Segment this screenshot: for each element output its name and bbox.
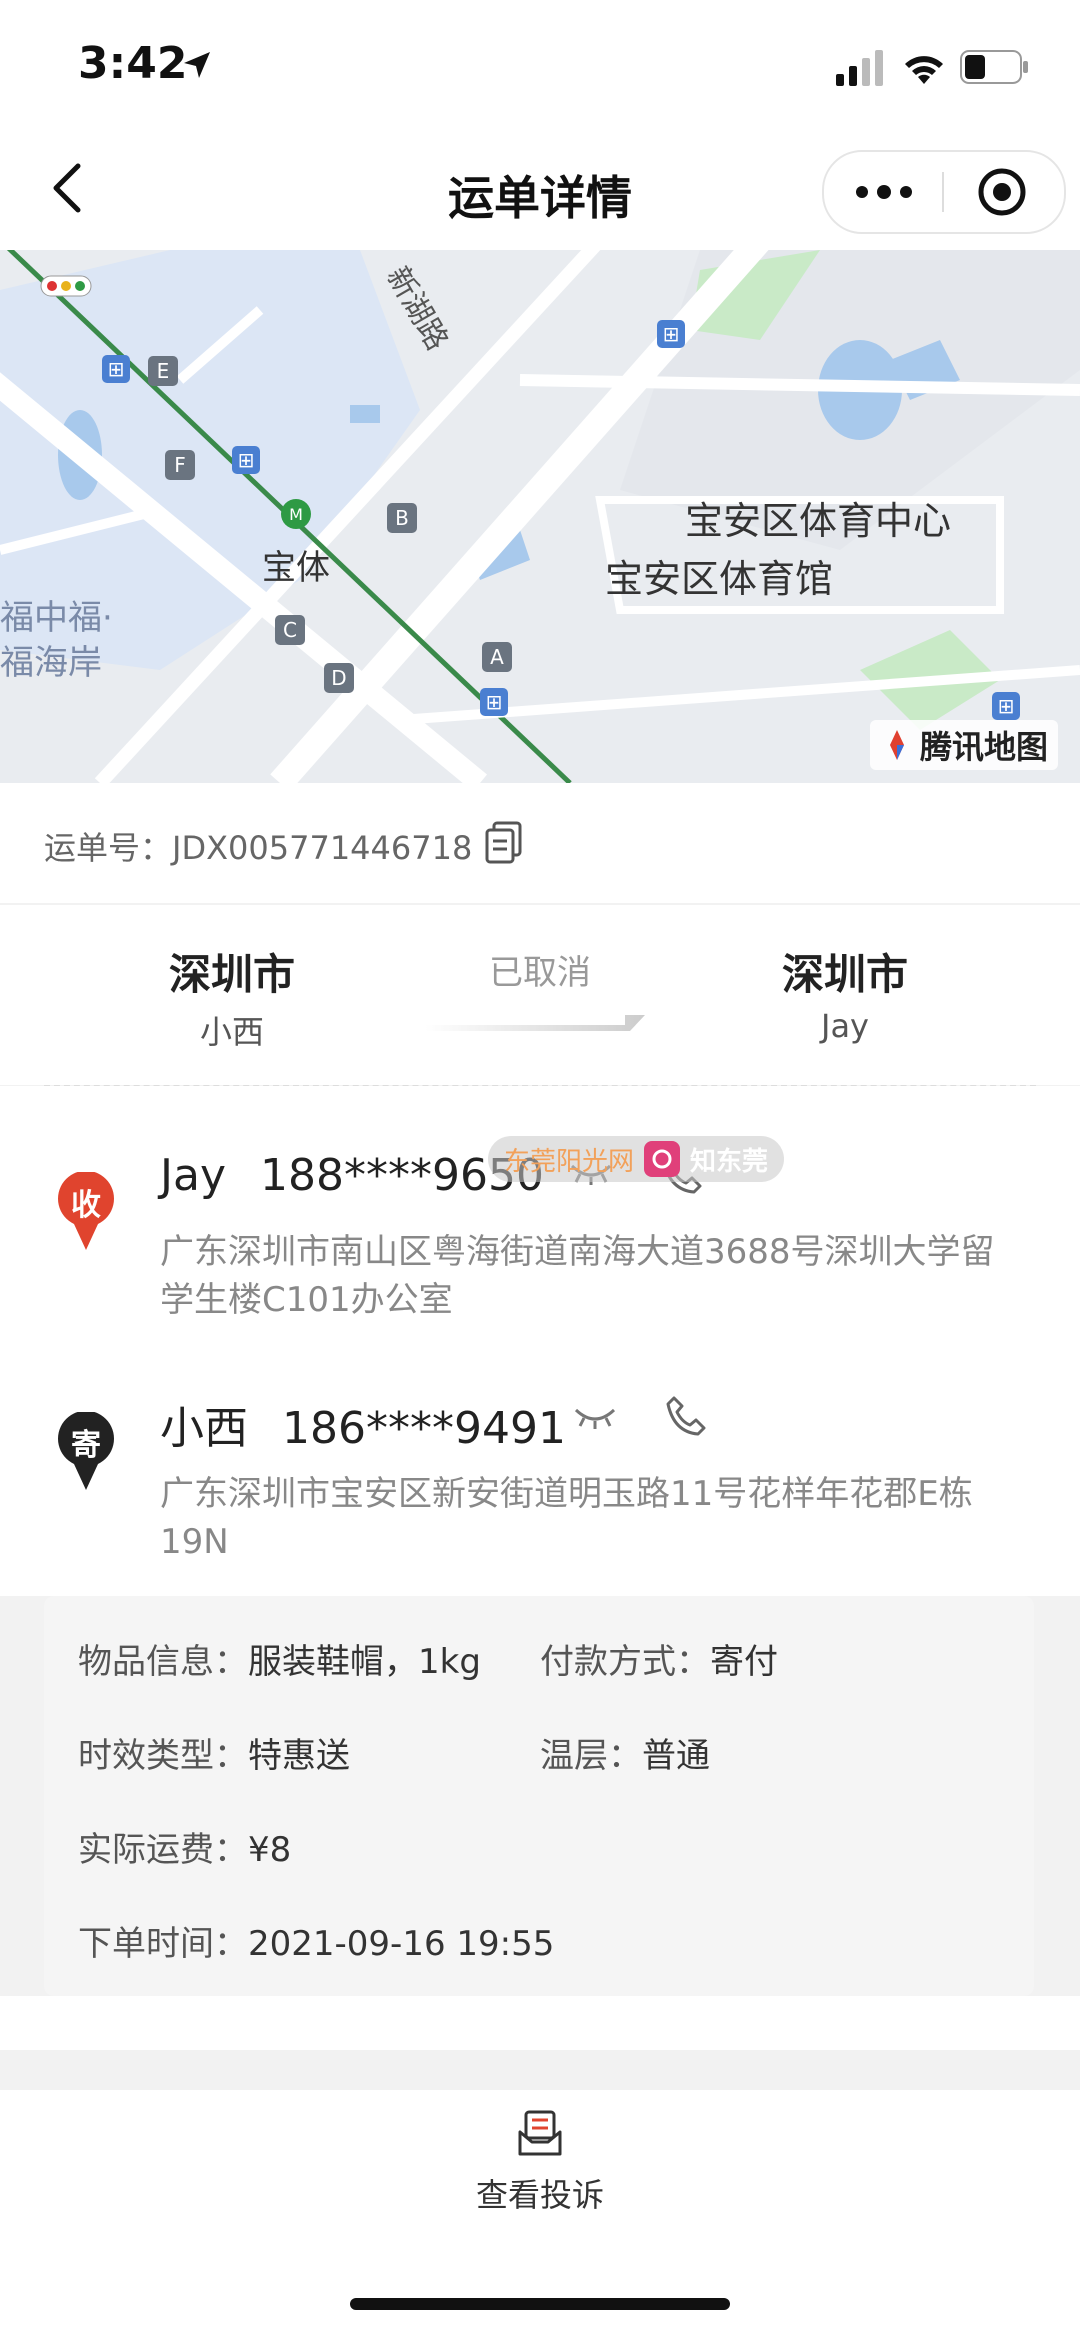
receiver-address: 广东深圳市南山区粤海街道南海大道3688号深圳大学留学生楼C101办公室 — [160, 1232, 995, 1320]
cellular-signal-icon — [836, 50, 883, 86]
compass-icon — [890, 730, 904, 760]
receiver-marker: 收 — [56, 1172, 116, 1252]
bus-stop-icon: ⊞ — [480, 688, 508, 716]
payment-label: 付款方式： — [540, 1642, 710, 1682]
capsule-divider — [942, 172, 944, 212]
metro-exit-b: B — [387, 503, 417, 533]
card-bottom-spacer — [0, 1996, 1080, 2050]
sender-address: 广东深圳市宝安区新安街道明玉路11号花样年花郡E栋19N — [160, 1474, 973, 1562]
metro-exit-d: D — [324, 663, 354, 693]
route-summary: 深圳市 小西 已取消 深圳市 Jay — [0, 905, 1080, 1087]
goods-label: 物品信息： — [78, 1642, 248, 1682]
bus-stop-icon: ⊞ — [992, 692, 1020, 720]
goods-value: 服装鞋帽，1kg — [248, 1642, 481, 1682]
map-label-sports-center: 宝安区体育中心 — [685, 499, 952, 543]
payment-value: 寄付 — [710, 1642, 778, 1682]
sender-phone: 186****9491 — [282, 1403, 566, 1454]
metro-exit-e: E — [148, 356, 178, 386]
metro-exit-f: F — [165, 450, 195, 480]
order-time-label: 下单时间： — [78, 1924, 248, 1964]
sender-name: 小西 — [160, 1403, 248, 1454]
close-miniprogram-icon[interactable] — [976, 166, 1028, 218]
origin-name: 小西 — [199, 1013, 264, 1051]
location-arrow-icon — [184, 52, 210, 78]
sender-contact: 小西 186****9491 — [160, 1392, 566, 1456]
more-icon[interactable] — [854, 180, 914, 204]
watermark-logo-icon — [644, 1141, 681, 1177]
miniprogram-capsule — [822, 150, 1066, 234]
svg-text:M: M — [289, 505, 303, 524]
view-complaint-label: 查看投诉 — [475, 2176, 604, 2214]
waybill-number: JDX005771446718 — [172, 829, 473, 867]
temperature-label: 温层： — [540, 1736, 642, 1776]
destination-city: 深圳市 — [781, 950, 908, 999]
receiver-contact: Jay 188****9650 — [160, 1150, 544, 1201]
metro-exit-a: A — [482, 642, 512, 672]
home-indicator — [350, 2298, 730, 2310]
map-view[interactable]: E F B C D A ⊞ ⊞ ⊞ ⊞ ⊞ M 新湖路 宝体 宝安区体育中心 宝… — [0, 250, 1080, 783]
timeliness-row: 时效类型：特惠送 — [78, 1728, 350, 1777]
route-arrow — [425, 1015, 645, 1031]
show-phone-eye-icon[interactable] — [574, 1406, 616, 1430]
shipment-status: 已取消 — [489, 953, 591, 993]
fee-label: 实际运费： — [78, 1830, 248, 1870]
map-label-area-1: 福中福· — [0, 598, 113, 638]
timeliness-value: 特惠送 — [248, 1736, 350, 1776]
origin-city: 深圳市 — [168, 950, 295, 999]
call-sender-icon[interactable] — [664, 1394, 708, 1438]
temperature-row: 温层：普通 — [540, 1728, 710, 1777]
metro-exit-c: C — [275, 615, 305, 645]
temperature-value: 普通 — [642, 1736, 710, 1776]
order-time-value: 2021-09-16 19:55 — [248, 1924, 555, 1964]
status-time: 3:42 — [78, 38, 188, 89]
watermark-right: 知东莞 — [690, 1146, 769, 1177]
contacts-section: 收 Jay 188****9650 东莞阳光网 知东莞 广东深圳市南山区粤海街道… — [0, 1086, 1080, 1596]
watermark: 东莞阳光网 知东莞 — [488, 1136, 785, 1182]
complaint-icon — [518, 2110, 562, 2156]
destination-name: Jay — [821, 1007, 869, 1045]
copy-icon[interactable] — [484, 821, 524, 865]
map-label-station: 宝体 — [262, 548, 330, 588]
wifi-icon — [905, 56, 943, 84]
receiver-badge: 收 — [71, 1188, 101, 1223]
receiver-name: Jay — [160, 1150, 226, 1201]
payment-row: 付款方式：寄付 — [540, 1634, 778, 1683]
map-label-gymnasium: 宝安区体育馆 — [605, 557, 834, 601]
map-provider-logo: 腾讯地图 — [870, 720, 1059, 770]
waybill-text: 运单号：JDX005771446718 — [44, 823, 472, 869]
sender-badge: 寄 — [71, 1428, 101, 1463]
shipment-info-card: 物品信息：服装鞋帽，1kg 付款方式：寄付 时效类型：特惠送 温层：普通 实际运… — [44, 1596, 1034, 1996]
map-provider-text: 腾讯地图 — [920, 728, 1049, 766]
waybill-label: 运单号： — [44, 829, 173, 867]
map-label-area-2: 福海岸 — [0, 643, 102, 683]
timeliness-label: 时效类型： — [78, 1736, 248, 1776]
fee-value: ¥8 — [248, 1830, 292, 1870]
battery-icon — [960, 50, 1028, 84]
fee-row: 实际运费：¥8 — [78, 1822, 291, 1871]
waybill-row: 运单号：JDX005771446718 — [0, 783, 1080, 903]
bus-stop-icon: ⊞ — [657, 320, 685, 348]
navigation-bar: 运单详情 — [0, 130, 1080, 250]
metro-station-icon: M — [281, 499, 311, 529]
watermark-left: 东莞阳光网 — [504, 1146, 635, 1177]
view-complaint-button[interactable]: 查看投诉 — [440, 2110, 640, 2230]
goods-row: 物品信息：服装鞋帽，1kg — [78, 1634, 481, 1683]
bus-stop-icon: ⊞ — [232, 446, 260, 474]
sender-marker: 寄 — [56, 1412, 116, 1492]
traffic-light-icon — [40, 275, 92, 297]
bus-stop-icon: ⊞ — [102, 355, 130, 383]
order-time-row: 下单时间：2021-09-16 19:55 — [78, 1916, 554, 1965]
status-bar: 3:42 — [0, 0, 1080, 130]
